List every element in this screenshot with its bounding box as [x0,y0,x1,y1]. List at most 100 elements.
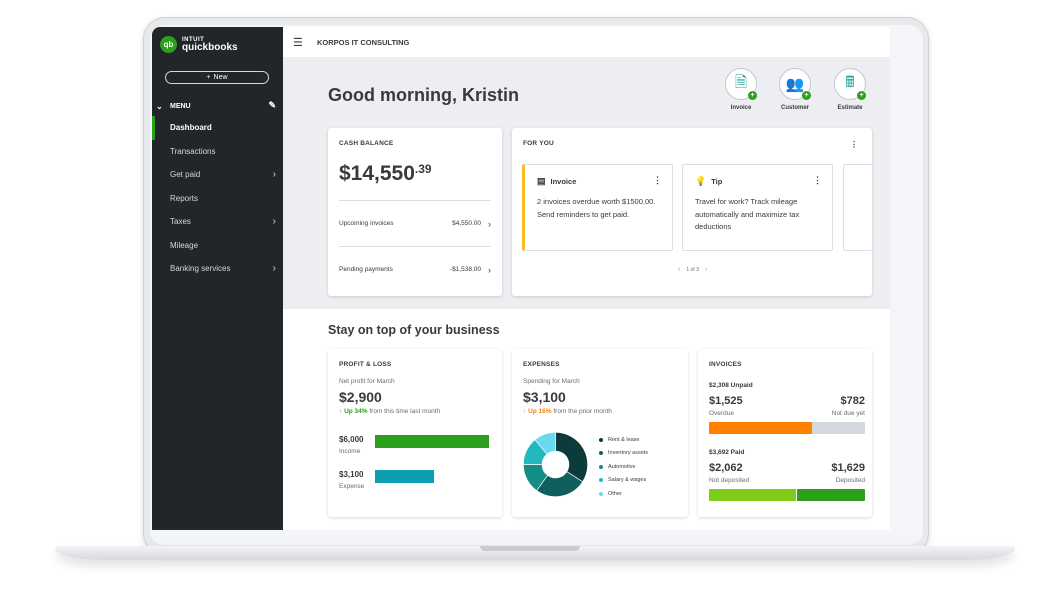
pencil-icon[interactable]: ✎ [268,100,276,111]
for-you-card: FOR YOU ⋮ ▤ Invoice ⋮ 2 invoices overdue… [512,128,872,296]
trend: ↑ Up 34% from this time last month [339,408,440,415]
trend-text: from the prior month [553,408,612,415]
legend-label: Rent & lease [608,436,640,443]
chevron-right-icon: › [488,218,491,229]
more-options-icon[interactable]: ⋮ [850,140,858,149]
more-options-icon[interactable]: ⋮ [653,175,662,186]
legend-item: Automotive [599,460,648,474]
legend-label: Inventory assets [608,450,649,457]
quick-action-estimate[interactable]: 🖩 + Estimate [828,68,872,111]
for-you-next-card[interactable] [843,164,872,251]
card-title: INVOICES [709,361,742,368]
legend-item: Salary & wages [599,474,648,488]
lightbulb-icon: 💡 [695,176,707,186]
quick-action-label: Invoice [730,105,752,111]
for-you-invoice-card[interactable]: ▤ Invoice ⋮ 2 invoices overdue worth $15… [522,164,673,251]
legend-dot [599,464,603,469]
divider [339,200,491,201]
card-title: PROFIT & LOSS [339,361,392,368]
plus-icon: + [857,91,866,100]
sidebar-item-banking-services[interactable]: Banking services › [152,257,283,281]
arrow-up-icon: ↑ [523,408,527,415]
net-profit-amount: $2,900 [339,389,382,405]
unpaid-total: $2,308 Unpaid [709,382,753,389]
legend-dot [599,478,603,483]
sidebar-item-taxes[interactable]: Taxes › [152,210,283,234]
sidebar-item-reports[interactable]: Reports [152,187,283,211]
not-due-segment[interactable] [812,422,865,434]
new-button-label: New [213,74,228,81]
cash-balance-amount: $14,550.39 [339,162,432,186]
invoices-card[interactable]: INVOICES $2,308 Unpaid $1,525 $782 Overd… [698,349,872,517]
not-deposited-segment[interactable] [709,489,797,501]
sidebar-item-mileage[interactable]: Mileage [152,234,283,258]
fy-card-header: ▤ Invoice [537,176,576,187]
chevron-right-icon: › [272,263,276,274]
paid-total: $3,692 Paid [709,449,745,456]
sidebar: qb INTUIT quickbooks + New ⌄ MENU ✎ Dash… [152,27,283,530]
unpaid-bar [709,422,865,434]
chevron-down-icon: ⌄ [156,101,163,111]
row-value: -$1,538.00 [449,266,481,273]
overdue-label: Overdue [709,410,734,417]
pending-payments-row[interactable]: Pending payments -$1,538.00 › [339,264,491,275]
chevron-left-icon[interactable]: ‹ [678,266,680,273]
sidebar-item-label: Banking services [170,264,231,274]
cash-balance-card: CASH BALANCE $14,550.39 Upcoming invoice… [328,128,502,296]
chevron-right-icon: › [272,169,276,180]
pager-text: 1 of 3 [686,266,699,273]
expense-value: $3,100 [339,470,364,479]
for-you-tip-card[interactable]: 💡 Tip ⋮ Travel for work? Track mileage a… [682,164,833,251]
upcoming-invoices-row[interactable]: Upcoming invoices $4,550.00 › [339,218,491,229]
sidebar-item-label: Mileage [170,240,199,250]
arrow-up-icon: ↑ [339,408,343,415]
fy-card-title: Tip [711,177,723,186]
sidebar-item-get-paid[interactable]: Get paid › [152,163,283,187]
fy-card-text: Travel for work? Track mileage automatic… [695,197,800,231]
card-title: EXPENSES [523,361,560,368]
fy-card-text: 2 invoices overdue worth $1500.00. Send … [537,197,656,219]
plus-icon: + [748,91,757,100]
not-deposited-label: Not deposited [709,477,750,484]
logo-text: INTUIT quickbooks [182,37,238,53]
expenses-card[interactable]: EXPENSES Spending for March $3,100 ↑ Up … [512,349,688,517]
spending-amount: $3,100 [523,389,566,405]
quick-action-label: Customer [780,105,809,111]
app-screen: qb INTUIT quickbooks + New ⌄ MENU ✎ Dash… [152,27,890,530]
expense-label: Expense [339,483,365,490]
income-bar [375,435,489,448]
cash-amount-main: $14,550 [339,162,415,185]
sidebar-item-label: Get paid [170,170,201,180]
not-due-label: Not due yet [831,410,865,417]
chevron-right-icon: › [488,264,491,275]
legend-label: Salary & wages [608,477,647,484]
fy-card-header: 💡 Tip [695,176,722,187]
logo-product: quickbooks [182,41,238,53]
row-label: Upcoming invoices [339,220,394,227]
hamburger-menu-icon[interactable]: ☰ [293,36,305,49]
quick-action-customer[interactable]: 👥 + Customer [773,68,817,111]
profit-loss-card[interactable]: PROFIT & LOSS Net profit for March $2,90… [328,349,502,517]
section-title: Stay on top of your business [328,323,500,337]
paid-bar [709,489,865,501]
sidebar-item-label: Taxes [170,217,191,227]
overdue-segment[interactable] [709,422,813,434]
expenses-donut-chart [523,432,588,497]
sidebar-item-dashboard[interactable]: Dashboard [152,116,283,140]
new-button[interactable]: + New [165,71,269,84]
legend-label: Automotive [608,463,636,470]
sidebar-item-label: Reports [170,193,199,203]
menu-toggle[interactable]: ⌄ MENU ✎ [156,99,280,113]
income-value: $6,000 [339,435,364,444]
sidebar-item-transactions[interactable]: Transactions [152,140,283,164]
legend-label: Other [608,490,622,497]
deposited-segment[interactable] [796,489,865,501]
dashboard-main: Good morning, Kristin 🗎 + Invoice 👥 + Cust… [283,57,890,530]
quick-action-invoice[interactable]: 🗎 + Invoice [719,68,763,111]
divider [339,246,491,247]
card-subtitle: Spending for March [523,378,580,385]
chevron-right-icon[interactable]: › [705,266,707,273]
more-options-icon[interactable]: ⋮ [813,175,822,186]
app-logo[interactable]: qb INTUIT quickbooks [160,36,238,53]
plus-icon: + [206,74,211,81]
